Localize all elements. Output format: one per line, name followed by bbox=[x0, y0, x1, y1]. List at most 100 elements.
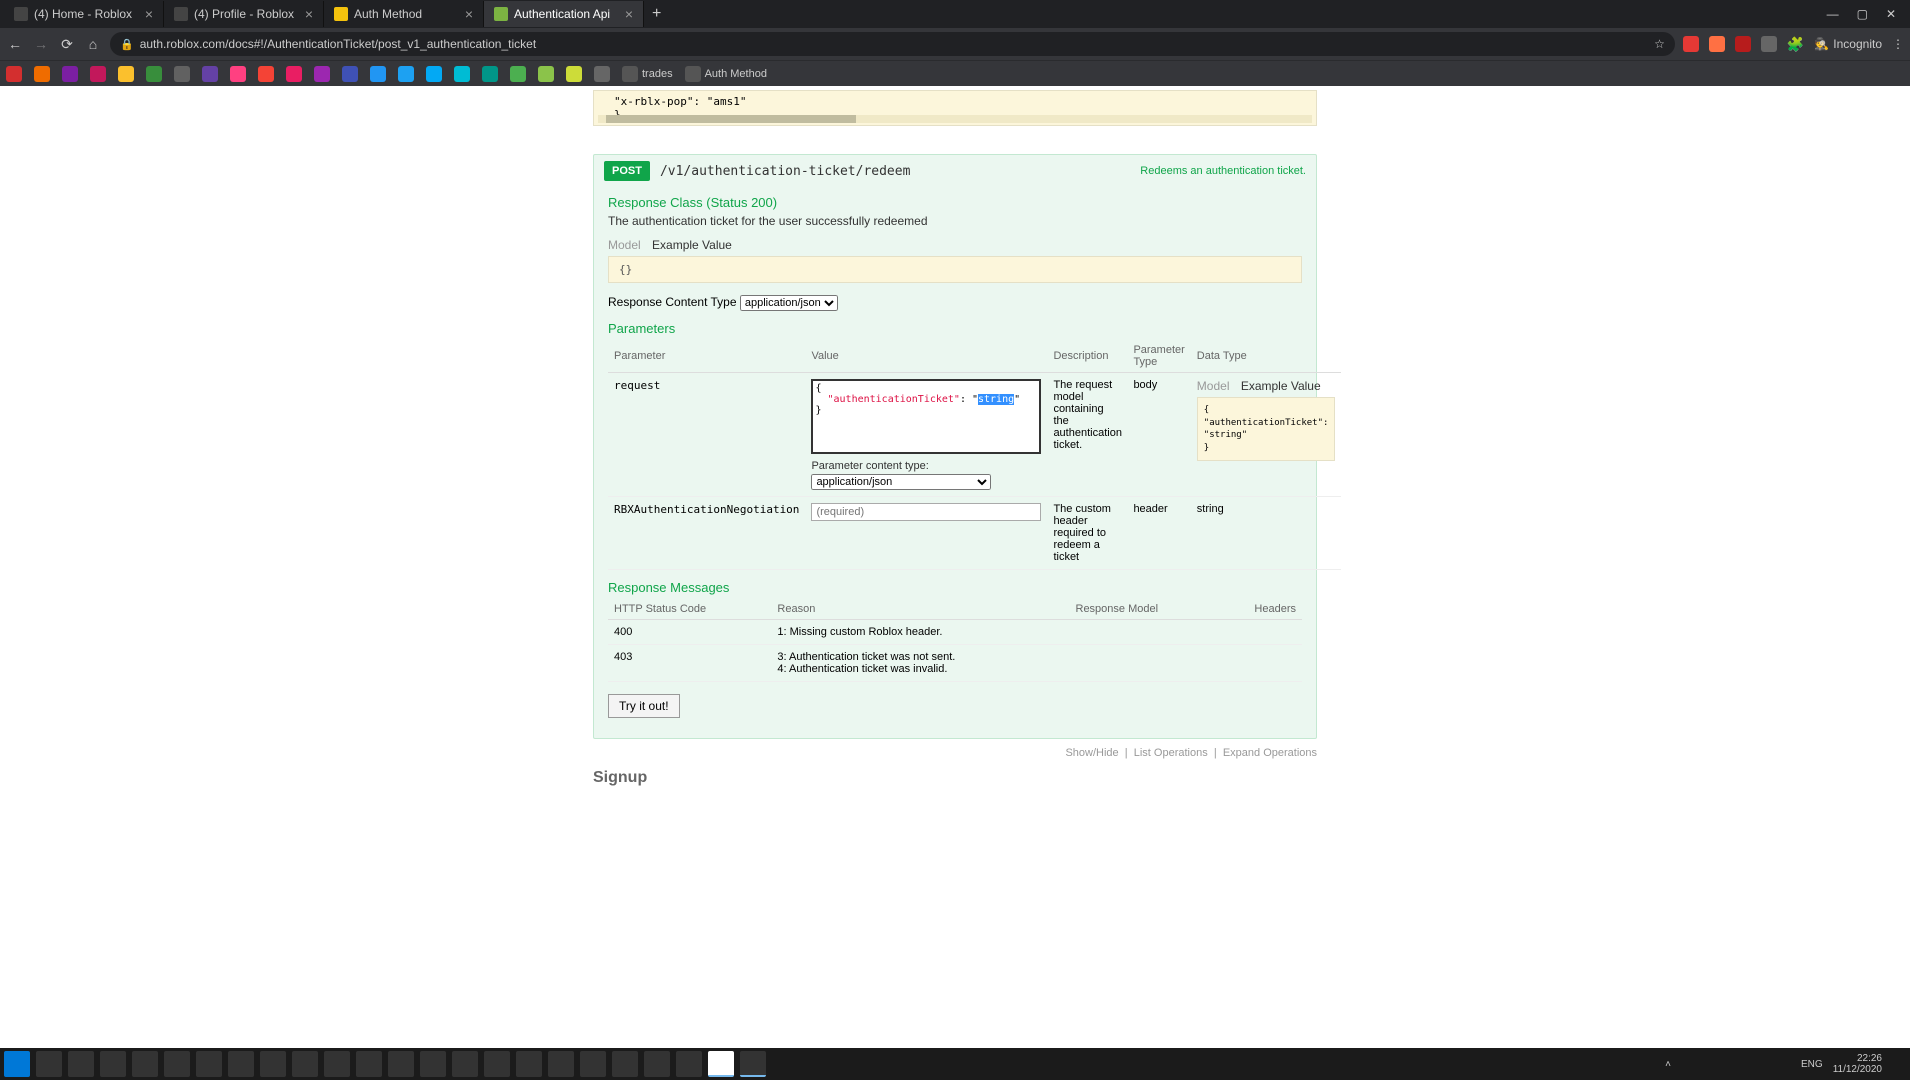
reload-icon[interactable]: ⟳ bbox=[58, 35, 76, 53]
bookmark-icon[interactable] bbox=[426, 66, 442, 82]
task-view-icon[interactable] bbox=[100, 1051, 126, 1077]
tab-authentication-api[interactable]: Authentication Api× bbox=[484, 1, 644, 27]
taskbar-app-icon[interactable] bbox=[324, 1051, 350, 1077]
taskbar-app-icon[interactable] bbox=[676, 1051, 702, 1077]
taskbar-app-icon[interactable] bbox=[484, 1051, 510, 1077]
maximize-icon[interactable]: ▢ bbox=[1857, 7, 1868, 21]
bookmark-icon[interactable] bbox=[342, 66, 358, 82]
bookmark-icon[interactable] bbox=[510, 66, 526, 82]
extensions-menu-icon[interactable]: 🧩 bbox=[1787, 36, 1804, 53]
bookmark-icon[interactable] bbox=[370, 66, 386, 82]
tray-icon[interactable] bbox=[1681, 1057, 1695, 1071]
param-content-type-select[interactable]: application/json bbox=[811, 474, 991, 490]
bookmark-icon[interactable] bbox=[258, 66, 274, 82]
bookmark-icon[interactable] bbox=[454, 66, 470, 82]
bookmark-icon[interactable] bbox=[398, 66, 414, 82]
tray-icon[interactable] bbox=[1705, 1057, 1719, 1071]
forward-icon[interactable]: → bbox=[32, 35, 50, 53]
tab-example-value[interactable]: Example Value bbox=[652, 238, 732, 252]
bookmark-icon[interactable] bbox=[230, 66, 246, 82]
bookmark-icon[interactable] bbox=[90, 66, 106, 82]
bookmark-icon[interactable] bbox=[202, 66, 218, 82]
chrome-taskbar-icon[interactable] bbox=[708, 1051, 734, 1077]
show-hide-link[interactable]: Show/Hide bbox=[1065, 747, 1118, 759]
extension-icon[interactable] bbox=[1761, 36, 1777, 52]
try-it-out-button[interactable]: Try it out! bbox=[608, 694, 680, 718]
tab-auth-method[interactable]: Auth Method× bbox=[324, 1, 484, 27]
response-content-type-select[interactable]: application/json bbox=[740, 295, 838, 311]
taskbar-app-icon[interactable] bbox=[356, 1051, 382, 1077]
language-indicator[interactable]: ENG bbox=[1801, 1059, 1823, 1070]
bookmark-icon[interactable] bbox=[566, 66, 582, 82]
tab-model[interactable]: Model bbox=[1197, 379, 1230, 393]
taskbar-app-icon[interactable] bbox=[132, 1051, 158, 1077]
taskbar-app-icon[interactable] bbox=[580, 1051, 606, 1077]
taskbar-app-icon[interactable] bbox=[452, 1051, 478, 1077]
tab-example-value[interactable]: Example Value bbox=[1241, 379, 1321, 393]
wifi-icon[interactable] bbox=[1753, 1057, 1767, 1071]
extension-icon[interactable] bbox=[1683, 36, 1699, 52]
bookmark-trades[interactable]: trades bbox=[622, 66, 673, 82]
taskbar-app-icon[interactable] bbox=[164, 1051, 190, 1077]
taskbar-app-icon[interactable] bbox=[420, 1051, 446, 1077]
volume-icon[interactable] bbox=[1777, 1057, 1791, 1071]
bookmark-icon[interactable] bbox=[118, 66, 134, 82]
tab-model[interactable]: Model bbox=[608, 238, 641, 252]
list-operations-link[interactable]: List Operations bbox=[1134, 747, 1208, 759]
home-icon[interactable]: ⌂ bbox=[84, 35, 102, 53]
endpoint-header[interactable]: POST /v1/authentication-ticket/redeem Re… bbox=[594, 155, 1316, 187]
bookmark-icon[interactable] bbox=[6, 66, 22, 82]
close-window-icon[interactable]: ✕ bbox=[1886, 7, 1896, 21]
expand-operations-link[interactable]: Expand Operations bbox=[1223, 747, 1317, 759]
notifications-icon[interactable] bbox=[1892, 1057, 1906, 1071]
close-icon[interactable]: × bbox=[305, 6, 313, 22]
datatype-example[interactable]: { "authenticationTicket": "string" } bbox=[1197, 397, 1336, 461]
tray-icon[interactable] bbox=[1729, 1057, 1743, 1071]
taskbar-app-icon[interactable] bbox=[740, 1051, 766, 1077]
close-icon[interactable]: × bbox=[145, 6, 153, 22]
bookmark-icon[interactable] bbox=[174, 66, 190, 82]
cortana-icon[interactable] bbox=[68, 1051, 94, 1077]
url-bar[interactable]: 🔒 auth.roblox.com/docs#!/AuthenticationT… bbox=[110, 32, 1675, 56]
back-icon[interactable]: ← bbox=[6, 35, 24, 53]
taskbar-app-icon[interactable] bbox=[644, 1051, 670, 1077]
tab-profile[interactable]: (4) Profile - Roblox× bbox=[164, 1, 324, 27]
bookmark-icon[interactable] bbox=[62, 66, 78, 82]
taskbar-app-icon[interactable] bbox=[388, 1051, 414, 1077]
start-button[interactable] bbox=[4, 1051, 30, 1077]
taskbar-app-icon[interactable] bbox=[548, 1051, 574, 1077]
search-icon[interactable] bbox=[36, 1051, 62, 1077]
bookmark-auth-method[interactable]: Auth Method bbox=[685, 66, 767, 82]
taskbar-app-icon[interactable] bbox=[292, 1051, 318, 1077]
clock-time[interactable]: 22:26 bbox=[1833, 1053, 1882, 1064]
extension-icon[interactable] bbox=[1709, 36, 1725, 52]
bookmark-icon[interactable] bbox=[594, 66, 610, 82]
request-body-input[interactable]: { "authenticationTicket": "string" } bbox=[811, 379, 1041, 454]
reason: 3: Authentication ticket was not sent. 4… bbox=[771, 645, 1069, 682]
close-icon[interactable]: × bbox=[465, 6, 473, 22]
bookmark-icon[interactable] bbox=[146, 66, 162, 82]
menu-icon[interactable]: ⋮ bbox=[1892, 37, 1904, 51]
horizontal-scrollbar[interactable] bbox=[606, 115, 856, 123]
close-icon[interactable]: × bbox=[625, 6, 633, 22]
taskbar-app-icon[interactable] bbox=[196, 1051, 222, 1077]
header-value-input[interactable] bbox=[811, 503, 1041, 521]
taskbar-app-icon[interactable] bbox=[228, 1051, 254, 1077]
bookmark-icon[interactable] bbox=[538, 66, 554, 82]
minimize-icon[interactable]: — bbox=[1827, 7, 1839, 21]
extension-icon[interactable] bbox=[1735, 36, 1751, 52]
clock-date[interactable]: 11/12/2020 bbox=[1833, 1064, 1882, 1075]
table-row: request { "authenticationTicket": "strin… bbox=[608, 373, 1341, 497]
taskbar-app-icon[interactable] bbox=[612, 1051, 638, 1077]
parameters-title: Parameters bbox=[608, 321, 1302, 336]
tab-home[interactable]: (4) Home - Roblox× bbox=[4, 1, 164, 27]
new-tab-button[interactable]: + bbox=[644, 5, 669, 23]
bookmark-icon[interactable] bbox=[314, 66, 330, 82]
star-icon[interactable]: ☆ bbox=[1654, 37, 1665, 51]
bookmark-icon[interactable] bbox=[286, 66, 302, 82]
tray-chevron-icon[interactable]: ˄ bbox=[1665, 1059, 1671, 1070]
bookmark-icon[interactable] bbox=[34, 66, 50, 82]
taskbar-app-icon[interactable] bbox=[516, 1051, 542, 1077]
bookmark-icon[interactable] bbox=[482, 66, 498, 82]
taskbar-app-icon[interactable] bbox=[260, 1051, 286, 1077]
